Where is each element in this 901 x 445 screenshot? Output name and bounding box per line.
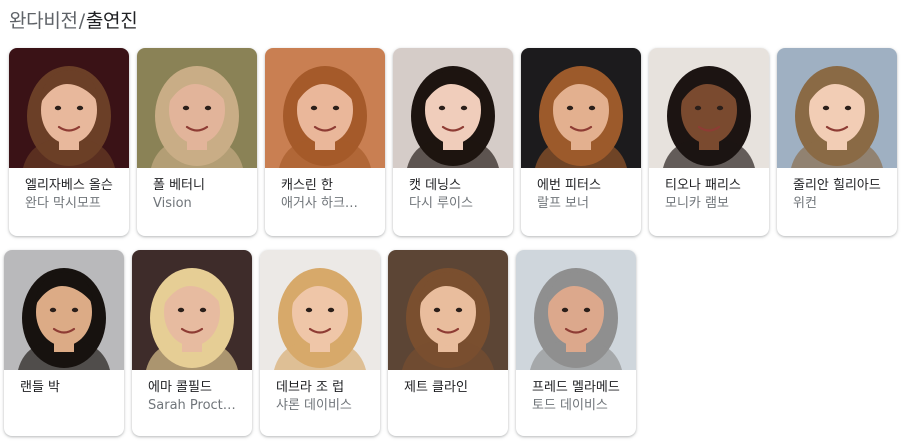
cast-card[interactable]: 엘리자베스 올슨완다 막시모프	[9, 48, 129, 236]
cast-role: 모니카 램보	[665, 196, 729, 211]
cast-card[interactable]: 줄리안 힐리아드위컨	[777, 48, 897, 236]
cast-card[interactable]: 랜들 박	[4, 250, 124, 436]
cast-card[interactable]: 캣 데닝스다시 루이스	[393, 48, 513, 236]
portrait-image	[388, 250, 508, 370]
cast-photo	[393, 48, 513, 168]
cast-name: 캐스린 한	[281, 178, 333, 193]
cast-name: 티오나 패리스	[665, 178, 741, 193]
cast-card[interactable]: 티오나 패리스모니카 램보	[649, 48, 769, 236]
cast-card[interactable]: 데브라 조 럽샤론 데이비스	[260, 250, 380, 436]
portrait-image	[516, 250, 636, 370]
breadcrumb-separator: /	[78, 10, 85, 32]
cast-photo	[388, 250, 508, 370]
cast-photo	[649, 48, 769, 168]
cast-name: 제트 클라인	[404, 380, 468, 395]
portrait-image	[9, 48, 129, 168]
cast-role: 토드 데이비스	[532, 398, 608, 413]
cast-card[interactable]: 캐스린 한애거사 하크…	[265, 48, 385, 236]
cast-name: 프레드 멜라메드	[532, 380, 620, 395]
cast-role: 애거사 하크…	[281, 196, 358, 211]
cast-role: Sarah Proct…	[148, 398, 236, 413]
cast-role: 위컨	[793, 196, 817, 211]
portrait-image	[393, 48, 513, 168]
portrait-image	[4, 250, 124, 370]
portrait-image	[649, 48, 769, 168]
cast-name: 에마 콜필드	[148, 380, 212, 395]
portrait-image	[265, 48, 385, 168]
cast-photo	[265, 48, 385, 168]
cast-name: 캣 데닝스	[409, 178, 461, 193]
cast-photo	[137, 48, 257, 168]
cast-card[interactable]: 에번 피터스랄프 보너	[521, 48, 641, 236]
cast-name: 데브라 조 럽	[276, 380, 345, 395]
portrait-image	[137, 48, 257, 168]
cast-photo	[4, 250, 124, 370]
cast-photo	[521, 48, 641, 168]
breadcrumb-parent-link[interactable]: 완다비전	[9, 10, 78, 32]
cast-name: 폴 베터니	[153, 178, 205, 193]
cast-card[interactable]: 에마 콜필드 Sarah Proct…	[132, 250, 252, 436]
breadcrumb: 완다비전/출연진	[9, 8, 138, 34]
portrait-image	[132, 250, 252, 370]
portrait-image	[260, 250, 380, 370]
cast-role: 다시 루이스	[409, 196, 473, 211]
page-title: 출연진	[85, 10, 138, 32]
cast-role: Vision	[153, 196, 192, 211]
cast-card[interactable]: 제트 클라인	[388, 250, 508, 436]
cast-name: 에번 피터스	[537, 178, 601, 193]
cast-name: 엘리자베스 올슨	[25, 178, 113, 193]
cast-name: 랜들 박	[20, 380, 61, 395]
cast-photo	[260, 250, 380, 370]
cast-role: 완다 막시모프	[25, 196, 101, 211]
portrait-image	[521, 48, 641, 168]
cast-photo	[777, 48, 897, 168]
cast-photo	[9, 48, 129, 168]
cast-card[interactable]: 프레드 멜라메드토드 데이비스	[516, 250, 636, 436]
cast-role: 샤론 데이비스	[276, 398, 352, 413]
cast-photo	[132, 250, 252, 370]
cast-name: 줄리안 힐리아드	[793, 178, 881, 193]
cast-photo	[516, 250, 636, 370]
portrait-image	[777, 48, 897, 168]
cast-card[interactable]: 폴 베터니 Vision	[137, 48, 257, 236]
cast-role: 랄프 보너	[537, 196, 589, 211]
